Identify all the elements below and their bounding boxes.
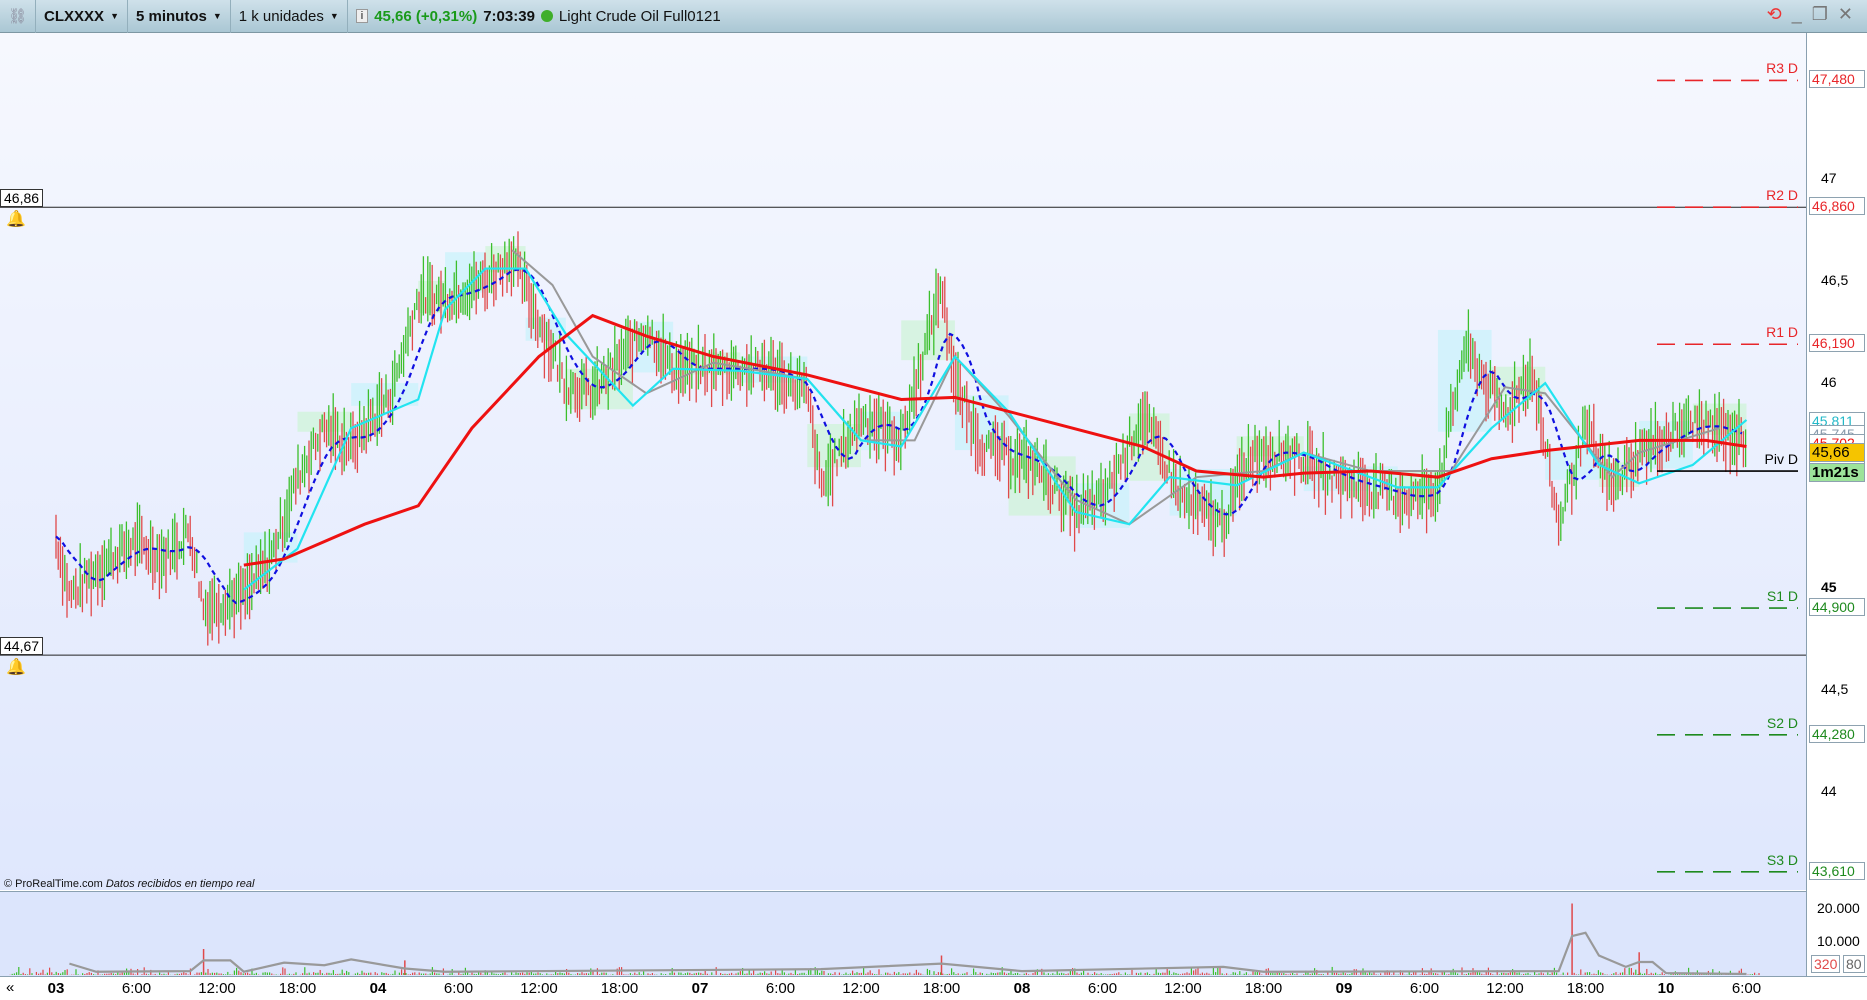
time-tick: 09 [1335,980,1353,997]
time-tick: 6:00 [765,980,796,997]
volume-plot [9,903,1760,976]
symbol-selector[interactable]: CLXXXX ▼ [36,0,128,33]
level-value: 43,610 [1809,861,1865,880]
chevron-down-icon: ▼ [110,11,119,21]
realtime-note: Datos recibidos en tiempo real [105,878,255,890]
scroll-left-button[interactable]: « [6,979,14,996]
candle-countdown: 1m21s [1809,463,1865,483]
price-tick: 46 [1821,374,1837,391]
level-name: Piv D [1764,451,1798,468]
level-value: 44,280 [1809,724,1865,743]
level-name: S1 D [1766,588,1798,605]
time-tick: 18:00 [1244,980,1283,997]
volume-last-value: 320 [1811,955,1841,973]
time-tick: 12:00 [198,980,236,997]
time-tick: 18:00 [600,980,639,997]
volume-tick: 20.000 [1817,900,1860,916]
minimize-button[interactable]: _ [1792,4,1802,25]
volume-panel[interactable] [0,891,1806,976]
level-value: 47,480 [1809,70,1865,89]
units-selector[interactable]: 1 k unidades ▼ [231,0,348,33]
price-tick: 46,5 [1821,271,1849,288]
price-plot [0,79,1806,873]
symbol-label: CLXXXX [44,7,105,25]
units-label: 1 k unidades [238,7,324,25]
chevron-down-icon: ▼ [329,11,339,21]
level-name: R3 D [1766,60,1798,77]
last-price-badge: 45,66 [1809,442,1865,462]
restore-button[interactable]: ❐ [1812,4,1828,25]
chevron-down-icon: ▼ [212,11,222,21]
info-icon[interactable]: i [355,9,369,23]
time-tick: 6:00 [1087,980,1118,997]
level-name: S2 D [1766,714,1798,731]
time-tick: 6:00 [1731,980,1762,997]
link-icon[interactable]: ⛓ [0,0,37,33]
level-value: 46,190 [1809,334,1865,353]
time-tick: 12:00 [1164,980,1202,997]
price-change: 45,66 (+0,31%) [374,7,478,25]
level-name: S3 D [1766,851,1798,868]
time-tick: 18:00 [922,980,961,997]
time-tick: 04 [369,980,387,997]
time-tick: 03 [47,980,65,997]
time-tick: 08 [1013,980,1031,997]
time-tick: 6:00 [1409,980,1440,997]
ichimoku-cloud [351,383,419,406]
price-tick: 44,5 [1821,680,1849,697]
time-tick: 07 [691,980,709,997]
price-tick: 44 [1821,783,1837,800]
timeframe-label: 5 minutos [135,7,207,25]
volume-average-line [69,931,1747,976]
time-tick: 6:00 [443,980,474,997]
level-name: R1 D [1766,324,1798,341]
price-tick: 45 [1821,578,1837,595]
price-tick: 47 [1821,169,1837,186]
time-tick: 18:00 [1566,980,1605,997]
hline-label[interactable]: 44,67 [0,637,44,656]
time-tick: 18:00 [278,980,317,997]
time-tick: 10 [1657,980,1675,997]
refresh-arrows-icon[interactable]: ⟲ [1767,4,1782,25]
time-tick: 12:00 [1486,980,1524,997]
chart-toolbar: ⛓ CLXXXX ▼ 5 minutos ▼ 1 k unidades ▼ i 45,… [0,0,1867,33]
timeframe-selector[interactable]: 5 minutos ▼ [128,0,231,33]
level-name: R2 D [1766,187,1798,204]
close-button[interactable]: ✕ [1838,4,1853,25]
time-tick: 12:00 [842,980,880,997]
volume-tick: 10.000 [1817,932,1860,949]
time-axis[interactable]: « 03 6:00 12:00 18:00 04 6:00 12:00 18:00 07 6:00… [0,976,1867,1000]
status-dot-icon [540,10,553,22]
footer-credit: © ProRealTime.com Datos recibidos en tie… [4,878,254,890]
price-axis[interactable]: 47,48046,86046,19045,57044,90044,28043,6… [1806,33,1867,976]
volume-last-value: 80 [1843,955,1865,973]
level-value: 46,860 [1809,197,1865,216]
price-chart[interactable]: © ProRealTime.com Datos recibidos en tie… [0,33,1806,890]
alert-bell-icon[interactable]: 🔔 [6,209,26,229]
clock-time: 7:03:39 [483,7,535,25]
hline-label[interactable]: 46,86 [0,189,44,208]
copyright: © ProRealTime.com [4,878,103,890]
alert-bell-icon[interactable]: 🔔 [6,657,26,677]
instrument-name: Light Crude Oil Full0121 [558,7,721,25]
time-tick: 6:00 [121,980,152,997]
level-value: 44,900 [1809,598,1865,617]
time-tick: 12:00 [520,980,558,997]
